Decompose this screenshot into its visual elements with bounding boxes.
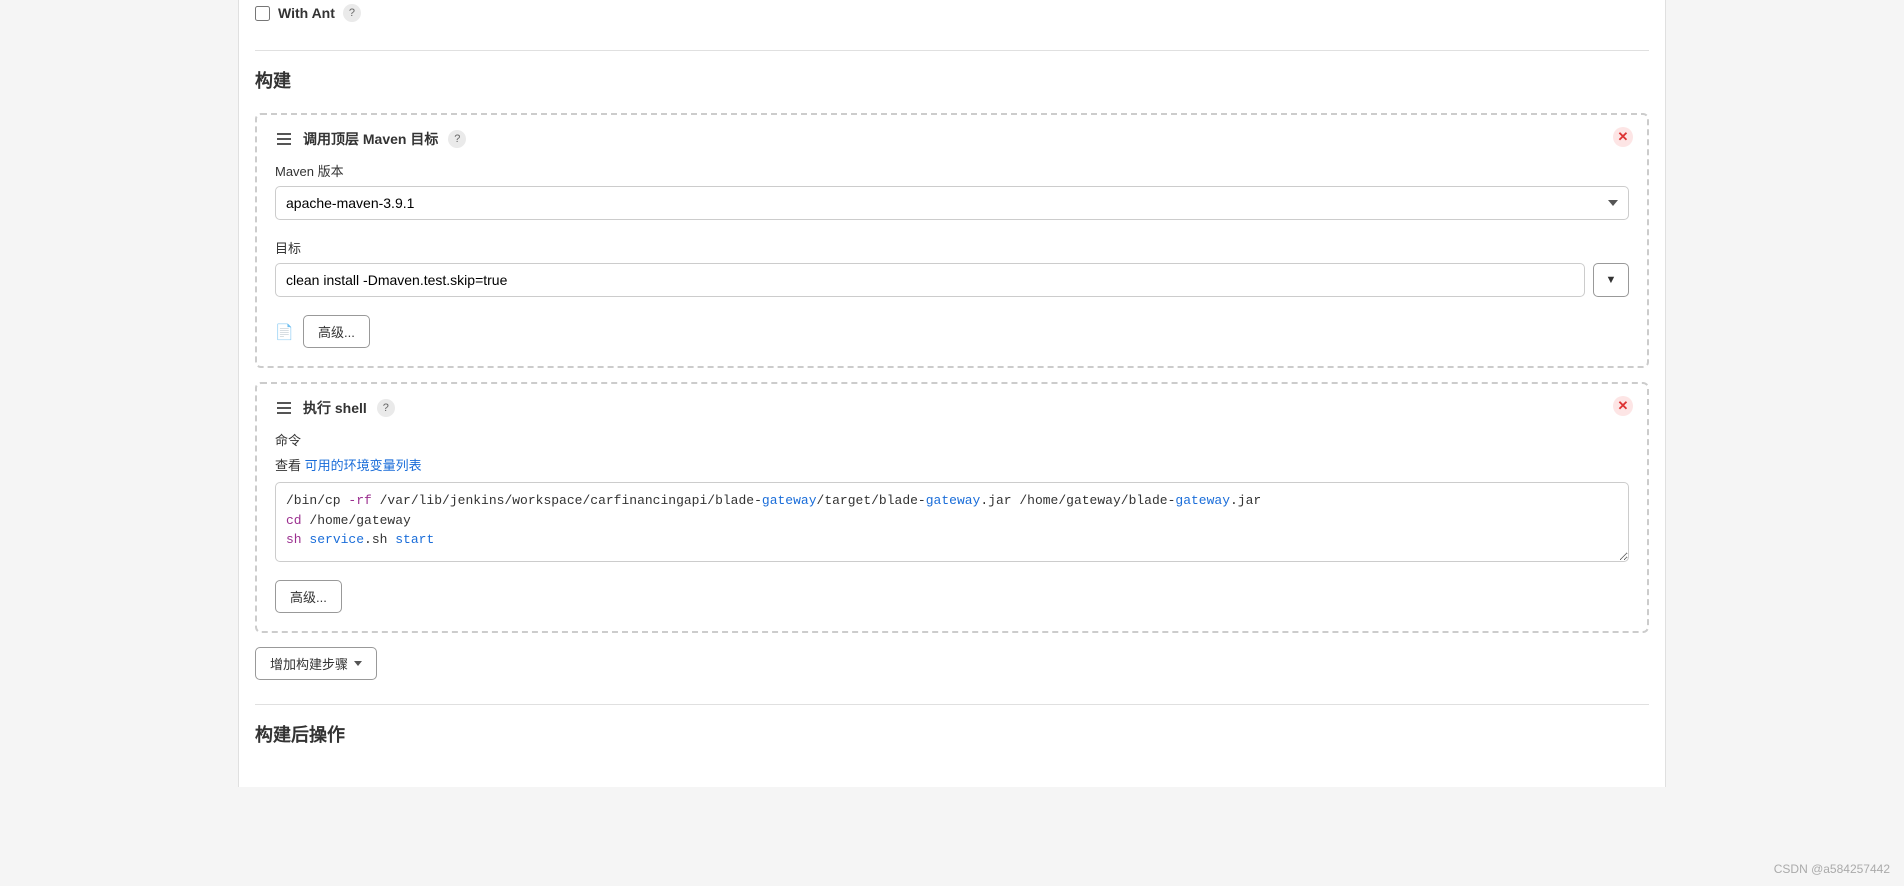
help-icon[interactable]: ? xyxy=(448,130,466,148)
maven-version-label: Maven 版本 xyxy=(275,161,1629,180)
maven-version-select[interactable]: apache-maven-3.9.1 xyxy=(275,186,1629,220)
advanced-button[interactable]: 高级... xyxy=(303,315,370,348)
watermark: CSDN @a584257442 xyxy=(1774,862,1890,876)
shell-build-step: ✕ 执行 shell ? 命令 查看 可用的环境变量列表 /bin/cp -rf… xyxy=(255,382,1649,633)
post-build-section-title: 构建后操作 xyxy=(255,721,1649,747)
drag-handle-icon[interactable] xyxy=(275,131,293,147)
env-vars-info: 查看 可用的环境变量列表 xyxy=(275,455,1629,474)
help-icon[interactable]: ? xyxy=(377,399,395,417)
divider xyxy=(255,50,1649,51)
with-ant-checkbox[interactable] xyxy=(255,6,270,21)
build-section-title: 构建 xyxy=(255,67,1649,93)
advanced-button[interactable]: 高级... xyxy=(275,580,342,613)
close-icon[interactable]: ✕ xyxy=(1613,127,1633,147)
shell-step-title: 执行 shell xyxy=(303,398,367,418)
shell-command-label: 命令 xyxy=(275,430,1629,449)
see-text: 查看 xyxy=(275,458,301,473)
with-ant-label: With Ant xyxy=(278,5,335,21)
env-vars-link[interactable]: 可用的环境变量列表 xyxy=(305,458,422,473)
maven-step-title: 调用顶层 Maven 目标 xyxy=(303,129,438,149)
add-build-step-button[interactable]: 增加构建步骤 xyxy=(255,647,377,680)
maven-goal-input[interactable] xyxy=(275,263,1585,297)
chevron-down-icon xyxy=(354,661,362,666)
add-build-step-label: 增加构建步骤 xyxy=(270,654,348,673)
step-header: 调用顶层 Maven 目标 ? xyxy=(275,129,1629,149)
shell-command-textarea[interactable]: /bin/cp -rf /var/lib/jenkins/workspace/c… xyxy=(275,482,1629,562)
drag-handle-icon[interactable] xyxy=(275,400,293,416)
maven-goal-field: 目标 ▼ xyxy=(275,238,1629,297)
help-icon[interactable]: ? xyxy=(343,4,361,22)
maven-build-step: ✕ 调用顶层 Maven 目标 ? Maven 版本 apache-maven-… xyxy=(255,113,1649,368)
with-ant-row: With Ant ? xyxy=(255,0,1649,26)
shell-command-field: 命令 查看 可用的环境变量列表 /bin/cp -rf /var/lib/jen… xyxy=(275,430,1629,562)
goal-dropdown-button[interactable]: ▼ xyxy=(1593,263,1629,297)
document-icon xyxy=(275,323,293,341)
close-icon[interactable]: ✕ xyxy=(1613,396,1633,416)
maven-goal-label: 目标 xyxy=(275,238,1629,257)
step-header: 执行 shell ? xyxy=(275,398,1629,418)
maven-version-field: Maven 版本 apache-maven-3.9.1 xyxy=(275,161,1629,220)
divider xyxy=(255,704,1649,705)
